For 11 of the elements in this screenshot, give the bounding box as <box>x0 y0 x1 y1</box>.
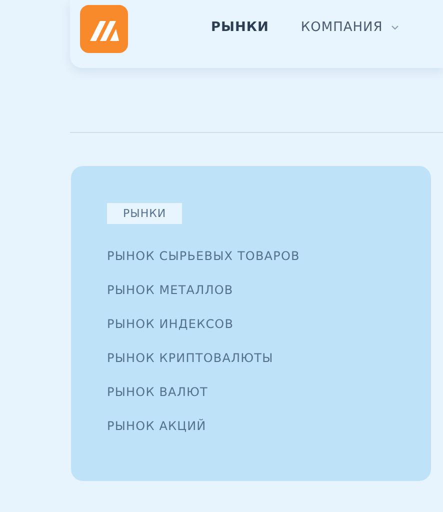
nav-link[interactable]: РЫНКИ <box>211 19 269 35</box>
chevron-icon <box>390 24 399 30</box>
menu-link[interactable]: РЫНОК СЫРЬЕВЫХ ТОВАРОВ <box>107 249 300 263</box>
menu-link[interactable]: РЫНОК АКЦИЙ <box>107 419 206 433</box>
nav-dropdown[interactable]: КОМПАНИЯ <box>300 19 399 35</box>
section-tag: РЫНКИ <box>107 203 182 224</box>
menu-link[interactable]: РЫНОК ВАЛЮТ <box>107 385 208 399</box>
logo-icon[interactable] <box>80 5 128 53</box>
menu-link[interactable]: РЫНОК КРИПТОВАЛЮТЫ <box>107 351 274 365</box>
menu-link[interactable]: РЫНОК МЕТАЛЛОВ <box>107 283 234 297</box>
menu-link[interactable]: РЫНОК ИНДЕКСОВ <box>107 317 234 331</box>
